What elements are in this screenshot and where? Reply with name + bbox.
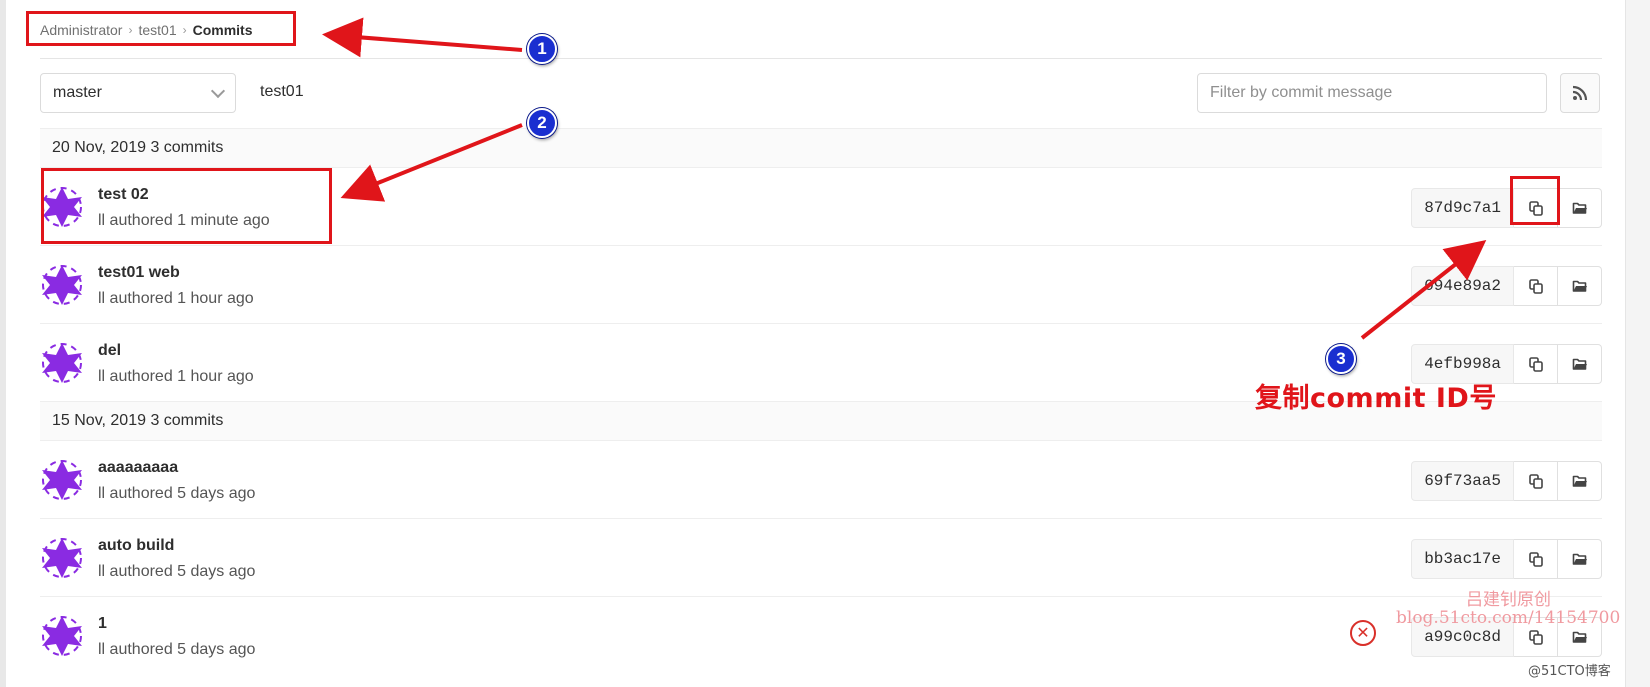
commit-row: aaaaaaaaa ll authored 5 days ago 69f73aa… <box>40 441 1602 519</box>
identicon-avatar[interactable] <box>40 614 84 658</box>
annotation-badge-1: 1 <box>527 34 557 64</box>
identicon-avatar[interactable] <box>40 458 84 502</box>
watermark-author: 吕建钊原创 <box>1466 590 1551 610</box>
annotation-badge-2: 2 <box>527 108 557 138</box>
commit-row: auto build ll authored 5 days ago bb3ac1… <box>40 519 1602 597</box>
folder-open-icon <box>1572 358 1587 370</box>
commit-row: test01 web ll authored 1 hour ago 094e89… <box>40 246 1602 324</box>
identicon-avatar[interactable] <box>40 341 84 385</box>
window-scrollbar[interactable] <box>1625 0 1650 687</box>
window-left-edge <box>0 0 6 687</box>
folder-open-icon <box>1572 631 1587 643</box>
project-path: test01 <box>260 83 304 100</box>
annotation-badge-3: 3 <box>1326 344 1356 374</box>
folder-open-icon <box>1572 553 1587 565</box>
commit-meta: ll authored 5 days ago <box>98 641 256 658</box>
annotation-box-commit <box>41 168 332 244</box>
commit-sha[interactable]: 69f73aa5 <box>1411 461 1514 501</box>
annotation-box-copy <box>1510 176 1560 225</box>
commit-sha[interactable]: bb3ac17e <box>1411 539 1514 579</box>
commit-title[interactable]: test01 web <box>98 264 180 282</box>
folder-open-icon <box>1572 280 1587 292</box>
copy-icon <box>1528 474 1543 489</box>
browse-files-button[interactable] <box>1558 266 1602 306</box>
commit-meta: ll authored 1 hour ago <box>98 368 254 385</box>
close-circle-icon[interactable]: ✕ <box>1350 620 1376 646</box>
commit-sha-group: bb3ac17e <box>1411 539 1602 579</box>
commit-sha[interactable]: 094e89a2 <box>1411 266 1514 306</box>
commit-filter-input[interactable] <box>1197 73 1547 113</box>
browse-files-button[interactable] <box>1558 344 1602 384</box>
commit-meta: ll authored 5 days ago <box>98 485 256 502</box>
annotation-caption: 复制commit ID号 <box>1255 383 1497 414</box>
copy-sha-button[interactable] <box>1514 266 1558 306</box>
copy-sha-button[interactable] <box>1514 539 1558 579</box>
copy-sha-button[interactable] <box>1514 344 1558 384</box>
identicon-avatar[interactable] <box>40 263 84 307</box>
rss-button[interactable] <box>1560 73 1600 113</box>
commit-meta: ll authored 1 hour ago <box>98 290 254 307</box>
commit-title[interactable]: 1 <box>98 615 107 633</box>
watermark-url: blog.51cto.com/14154700 <box>1396 608 1621 628</box>
day-header: 20 Nov, 2019 3 commits <box>40 128 1602 168</box>
copy-icon <box>1528 552 1543 567</box>
copy-icon <box>1528 279 1543 294</box>
copy-icon <box>1528 357 1543 372</box>
branch-select-value: master <box>53 84 102 101</box>
commit-sha-group: 87d9c7a1 <box>1411 188 1602 228</box>
folder-open-icon <box>1572 202 1587 214</box>
commit-sha-group: 69f73aa5 <box>1411 461 1602 501</box>
annotation-box-breadcrumb <box>26 11 296 46</box>
identicon-avatar[interactable] <box>40 536 84 580</box>
rss-icon <box>1572 85 1588 101</box>
watermark-site: @51CTO博客 <box>1528 664 1611 679</box>
copy-icon <box>1528 630 1543 645</box>
commit-sha-group: 094e89a2 <box>1411 266 1602 306</box>
branch-select[interactable]: master <box>40 73 236 113</box>
commit-title[interactable]: auto build <box>98 537 174 555</box>
folder-open-icon <box>1572 475 1587 487</box>
copy-sha-button[interactable] <box>1514 461 1558 501</box>
breadcrumb-divider <box>40 58 1602 59</box>
browse-files-button[interactable] <box>1558 188 1602 228</box>
browse-files-button[interactable] <box>1558 461 1602 501</box>
commit-title[interactable]: del <box>98 342 121 360</box>
commit-title[interactable]: aaaaaaaaa <box>98 459 178 477</box>
commit-meta: ll authored 5 days ago <box>98 563 256 580</box>
chevron-down-icon <box>210 83 226 99</box>
commit-sha[interactable]: 87d9c7a1 <box>1411 188 1514 228</box>
browse-files-button[interactable] <box>1558 539 1602 579</box>
